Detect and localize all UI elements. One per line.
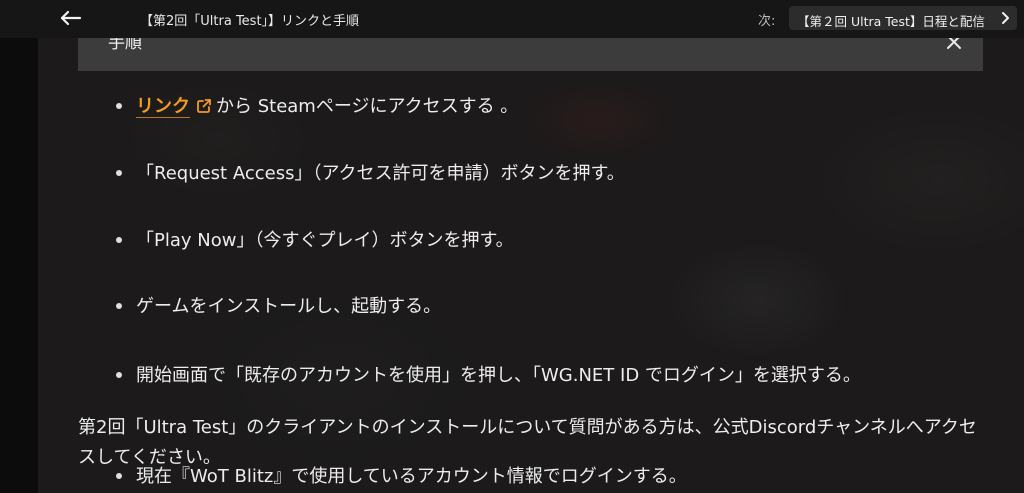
step-4-text: ゲームをインストールし、起動する。: [136, 296, 442, 317]
next-article-title: 【第２回 Ultra Test】日程と配信: [797, 14, 985, 29]
section-accordion-header[interactable]: 手順: [78, 33, 983, 71]
list-item: 「Play Now」（今すぐプレイ）ボタンを押す。: [78, 228, 978, 253]
steam-link[interactable]: リンク: [136, 96, 190, 118]
chevron-right-icon: [1002, 12, 1009, 24]
bullet: [116, 170, 122, 176]
bullet: [116, 473, 122, 479]
next-label: 次:: [758, 14, 776, 29]
external-link-icon[interactable]: [196, 98, 212, 114]
top-bar: 【第2回「Ultra Test」】リンクと手順 次: 【第２回 Ultra Te…: [0, 0, 1024, 38]
step-5-text: 開始画面で「既存のアカウントを使用」を押し、「WG.NET ID でログイン」を…: [136, 365, 861, 386]
bullet: [116, 103, 122, 109]
list-item: 開始画面で「既存のアカウントを使用」を押し、「WG.NET ID でログイン」を…: [78, 360, 936, 391]
page-title: 【第2回「Ultra Test」】リンクと手順: [140, 14, 360, 29]
footer-note: 第2回「Ultra Test」のクライアントのインストールについて質問がある方は…: [78, 417, 977, 468]
back-button[interactable]: [52, 4, 88, 32]
bullet: [116, 303, 122, 309]
step-2-text: 「Request Access」（アクセス許可を申請）ボタンを押す。: [136, 163, 625, 184]
list-item: 「Request Access」（アクセス許可を申請）ボタンを押す。: [78, 161, 978, 186]
back-arrow-icon: [60, 10, 82, 26]
step-3-text: 「Play Now」（今すぐプレイ）ボタンを押す。: [136, 230, 514, 251]
bullet: [116, 372, 122, 378]
left-edge-strip: [0, 0, 38, 493]
list-item: リンク から Steamページにアクセスする 。: [78, 94, 978, 119]
step-1-text: から Steamページにアクセスする 。: [216, 96, 519, 117]
bullet: [116, 237, 122, 243]
steps-list: リンク から Steamページにアクセスする 。 「Request Access…: [78, 88, 978, 487]
app-window: 【第2回「Ultra Test」】リンクと手順 次: 【第２回 Ultra Te…: [0, 0, 1024, 493]
next-article-button[interactable]: 【第２回 Ultra Test】日程と配信: [789, 6, 1017, 30]
list-item: ゲームをインストールし、起動する。: [78, 294, 978, 319]
article-body: リンク から Steamページにアクセスする 。 「Request Access…: [78, 88, 978, 487]
